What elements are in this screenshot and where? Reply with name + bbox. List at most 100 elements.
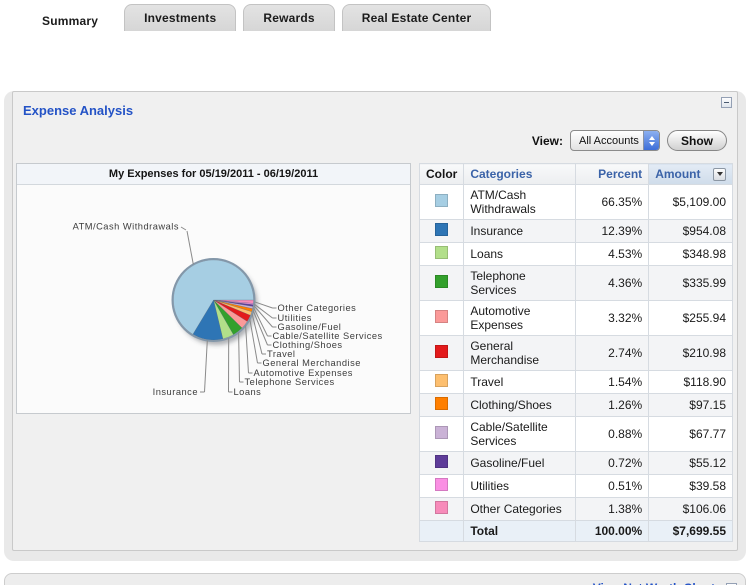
- amount-cell: $39.58: [649, 475, 733, 498]
- leader-line: [205, 341, 208, 393]
- table-row: Cable/Satellite Services0.88%$67.77: [420, 417, 733, 452]
- table-row: Utilities0.51%$39.58: [420, 475, 733, 498]
- category-cell: Travel: [464, 371, 575, 394]
- tab-rewards[interactable]: Rewards: [243, 4, 334, 31]
- color-cell: [420, 301, 464, 336]
- expense-content: My Expenses for 05/19/2011 - 06/19/2011 …: [15, 163, 733, 542]
- amount-cell: $97.15: [649, 394, 733, 417]
- amount-header-label: Amount: [655, 167, 700, 181]
- color-swatch: [435, 275, 448, 288]
- percent-cell: 3.32%: [575, 301, 649, 336]
- color-swatch: [435, 501, 448, 514]
- percent-cell: 1.38%: [575, 498, 649, 521]
- color-cell: [420, 371, 464, 394]
- percent-cell: 12.39%: [575, 220, 649, 243]
- color-cell: [420, 394, 464, 417]
- tab-summary[interactable]: Summary: [23, 4, 117, 37]
- color-swatch: [435, 374, 448, 387]
- percent-cell: 0.72%: [575, 452, 649, 475]
- table-row: Insurance12.39%$954.08: [420, 220, 733, 243]
- table-row: Telephone Services4.36%$335.99: [420, 266, 733, 301]
- percent-cell: 0.88%: [575, 417, 649, 452]
- amount-cell: $255.94: [649, 301, 733, 336]
- column-header-categories[interactable]: Categories: [464, 164, 575, 185]
- pie-label: General Merchandise: [263, 358, 361, 368]
- arrow-down-icon: [717, 172, 723, 176]
- amount-cell: $67.77: [649, 417, 733, 452]
- color-swatch: [435, 455, 448, 468]
- leader-line: [187, 231, 193, 264]
- category-cell: Loans: [464, 243, 575, 266]
- expense-table: Color Categories Percent Amount ATM/C: [419, 163, 733, 542]
- category-cell: ATM/Cash Withdrawals: [464, 185, 575, 220]
- color-swatch: [435, 426, 448, 439]
- percent-cell: 4.53%: [575, 243, 649, 266]
- amount-cell: $348.98: [649, 243, 733, 266]
- color-swatch: [435, 194, 448, 207]
- leader-line: [181, 227, 186, 230]
- color-cell: [420, 243, 464, 266]
- table-row: ATM/Cash Withdrawals66.35%$5,109.00: [420, 185, 733, 220]
- color-cell: [420, 266, 464, 301]
- percent-cell: 0.51%: [575, 475, 649, 498]
- tab-real-estate-center[interactable]: Real Estate Center: [342, 4, 492, 31]
- pie-label: Loans: [234, 387, 262, 397]
- table-row: Gasoline/Fuel0.72%$55.12: [420, 452, 733, 475]
- color-swatch: [435, 310, 448, 323]
- color-cell: [420, 475, 464, 498]
- summary-panel: Update All Accounts Expense Analysis Vie…: [4, 91, 746, 561]
- category-cell: Utilities: [464, 475, 575, 498]
- color-cell: [420, 220, 464, 243]
- chart-title: My Expenses for 05/19/2011 - 06/19/2011: [17, 164, 410, 185]
- table-row: Automotive Expenses3.32%$255.94: [420, 301, 733, 336]
- leader-line: [250, 319, 258, 363]
- view-net-worth-chart-link[interactable]: View Net Worth Chart: [593, 581, 715, 585]
- amount-cell: $106.06: [649, 498, 733, 521]
- collapse-icon[interactable]: [721, 97, 732, 108]
- table-total-row: Total 100.00% $7,699.55: [420, 521, 733, 542]
- expense-analysis-header: Expense Analysis: [15, 100, 733, 120]
- column-header-amount[interactable]: Amount: [649, 164, 733, 185]
- amount-cell: $335.99: [649, 266, 733, 301]
- net-worth-section: Net Worth Summary View Net Worth Chart: [4, 573, 746, 585]
- percent-cell: 4.36%: [575, 266, 649, 301]
- minus-icon: [724, 102, 729, 103]
- leader-line: [239, 332, 240, 382]
- color-swatch: [435, 478, 448, 491]
- amount-cell: $5,109.00: [649, 185, 733, 220]
- amount-cell: $55.12: [649, 452, 733, 475]
- pie-label: Telephone Services: [245, 377, 335, 387]
- total-percent: 100.00%: [575, 521, 649, 542]
- expense-pie-chart-panel: My Expenses for 05/19/2011 - 06/19/2011 …: [16, 163, 411, 414]
- view-controls: View: All Accounts Show: [15, 130, 733, 151]
- percent-cell: 1.54%: [575, 371, 649, 394]
- amount-cell: $118.90: [649, 371, 733, 394]
- view-select-value: All Accounts: [571, 135, 643, 147]
- view-select[interactable]: All Accounts: [570, 130, 660, 151]
- color-swatch: [435, 246, 448, 259]
- category-cell: Cable/Satellite Services: [464, 417, 575, 452]
- color-cell: [420, 336, 464, 371]
- column-header-color[interactable]: Color: [420, 164, 464, 185]
- column-header-percent[interactable]: Percent: [575, 164, 649, 185]
- leader-line: [246, 326, 249, 374]
- percent-cell: 2.74%: [575, 336, 649, 371]
- pie-chart: Other CategoriesUtilitiesGasoline/FuelCa…: [17, 185, 410, 413]
- category-cell: Telephone Services: [464, 266, 575, 301]
- color-swatch: [435, 223, 448, 236]
- total-empty-cell: [420, 521, 464, 542]
- show-button[interactable]: Show: [667, 130, 727, 151]
- category-cell: Insurance: [464, 220, 575, 243]
- tab-bar: Summary Investments Rewards Real Estate …: [0, 0, 750, 31]
- expense-analysis-title: Expense Analysis: [23, 103, 133, 118]
- tab-investments[interactable]: Investments: [124, 4, 236, 31]
- table-row: Travel1.54%$118.90: [420, 371, 733, 394]
- expense-analysis-section: Expense Analysis View: All Accounts Show…: [12, 91, 738, 551]
- stepper-icon: [643, 131, 659, 150]
- view-label: View:: [532, 134, 563, 148]
- sort-dropdown-icon[interactable]: [713, 168, 726, 181]
- table-header-row: Color Categories Percent Amount: [420, 164, 733, 185]
- arrow-up-icon: [649, 136, 655, 140]
- percent-cell: 1.26%: [575, 394, 649, 417]
- pie-label: ATM/Cash Withdrawals: [73, 221, 179, 231]
